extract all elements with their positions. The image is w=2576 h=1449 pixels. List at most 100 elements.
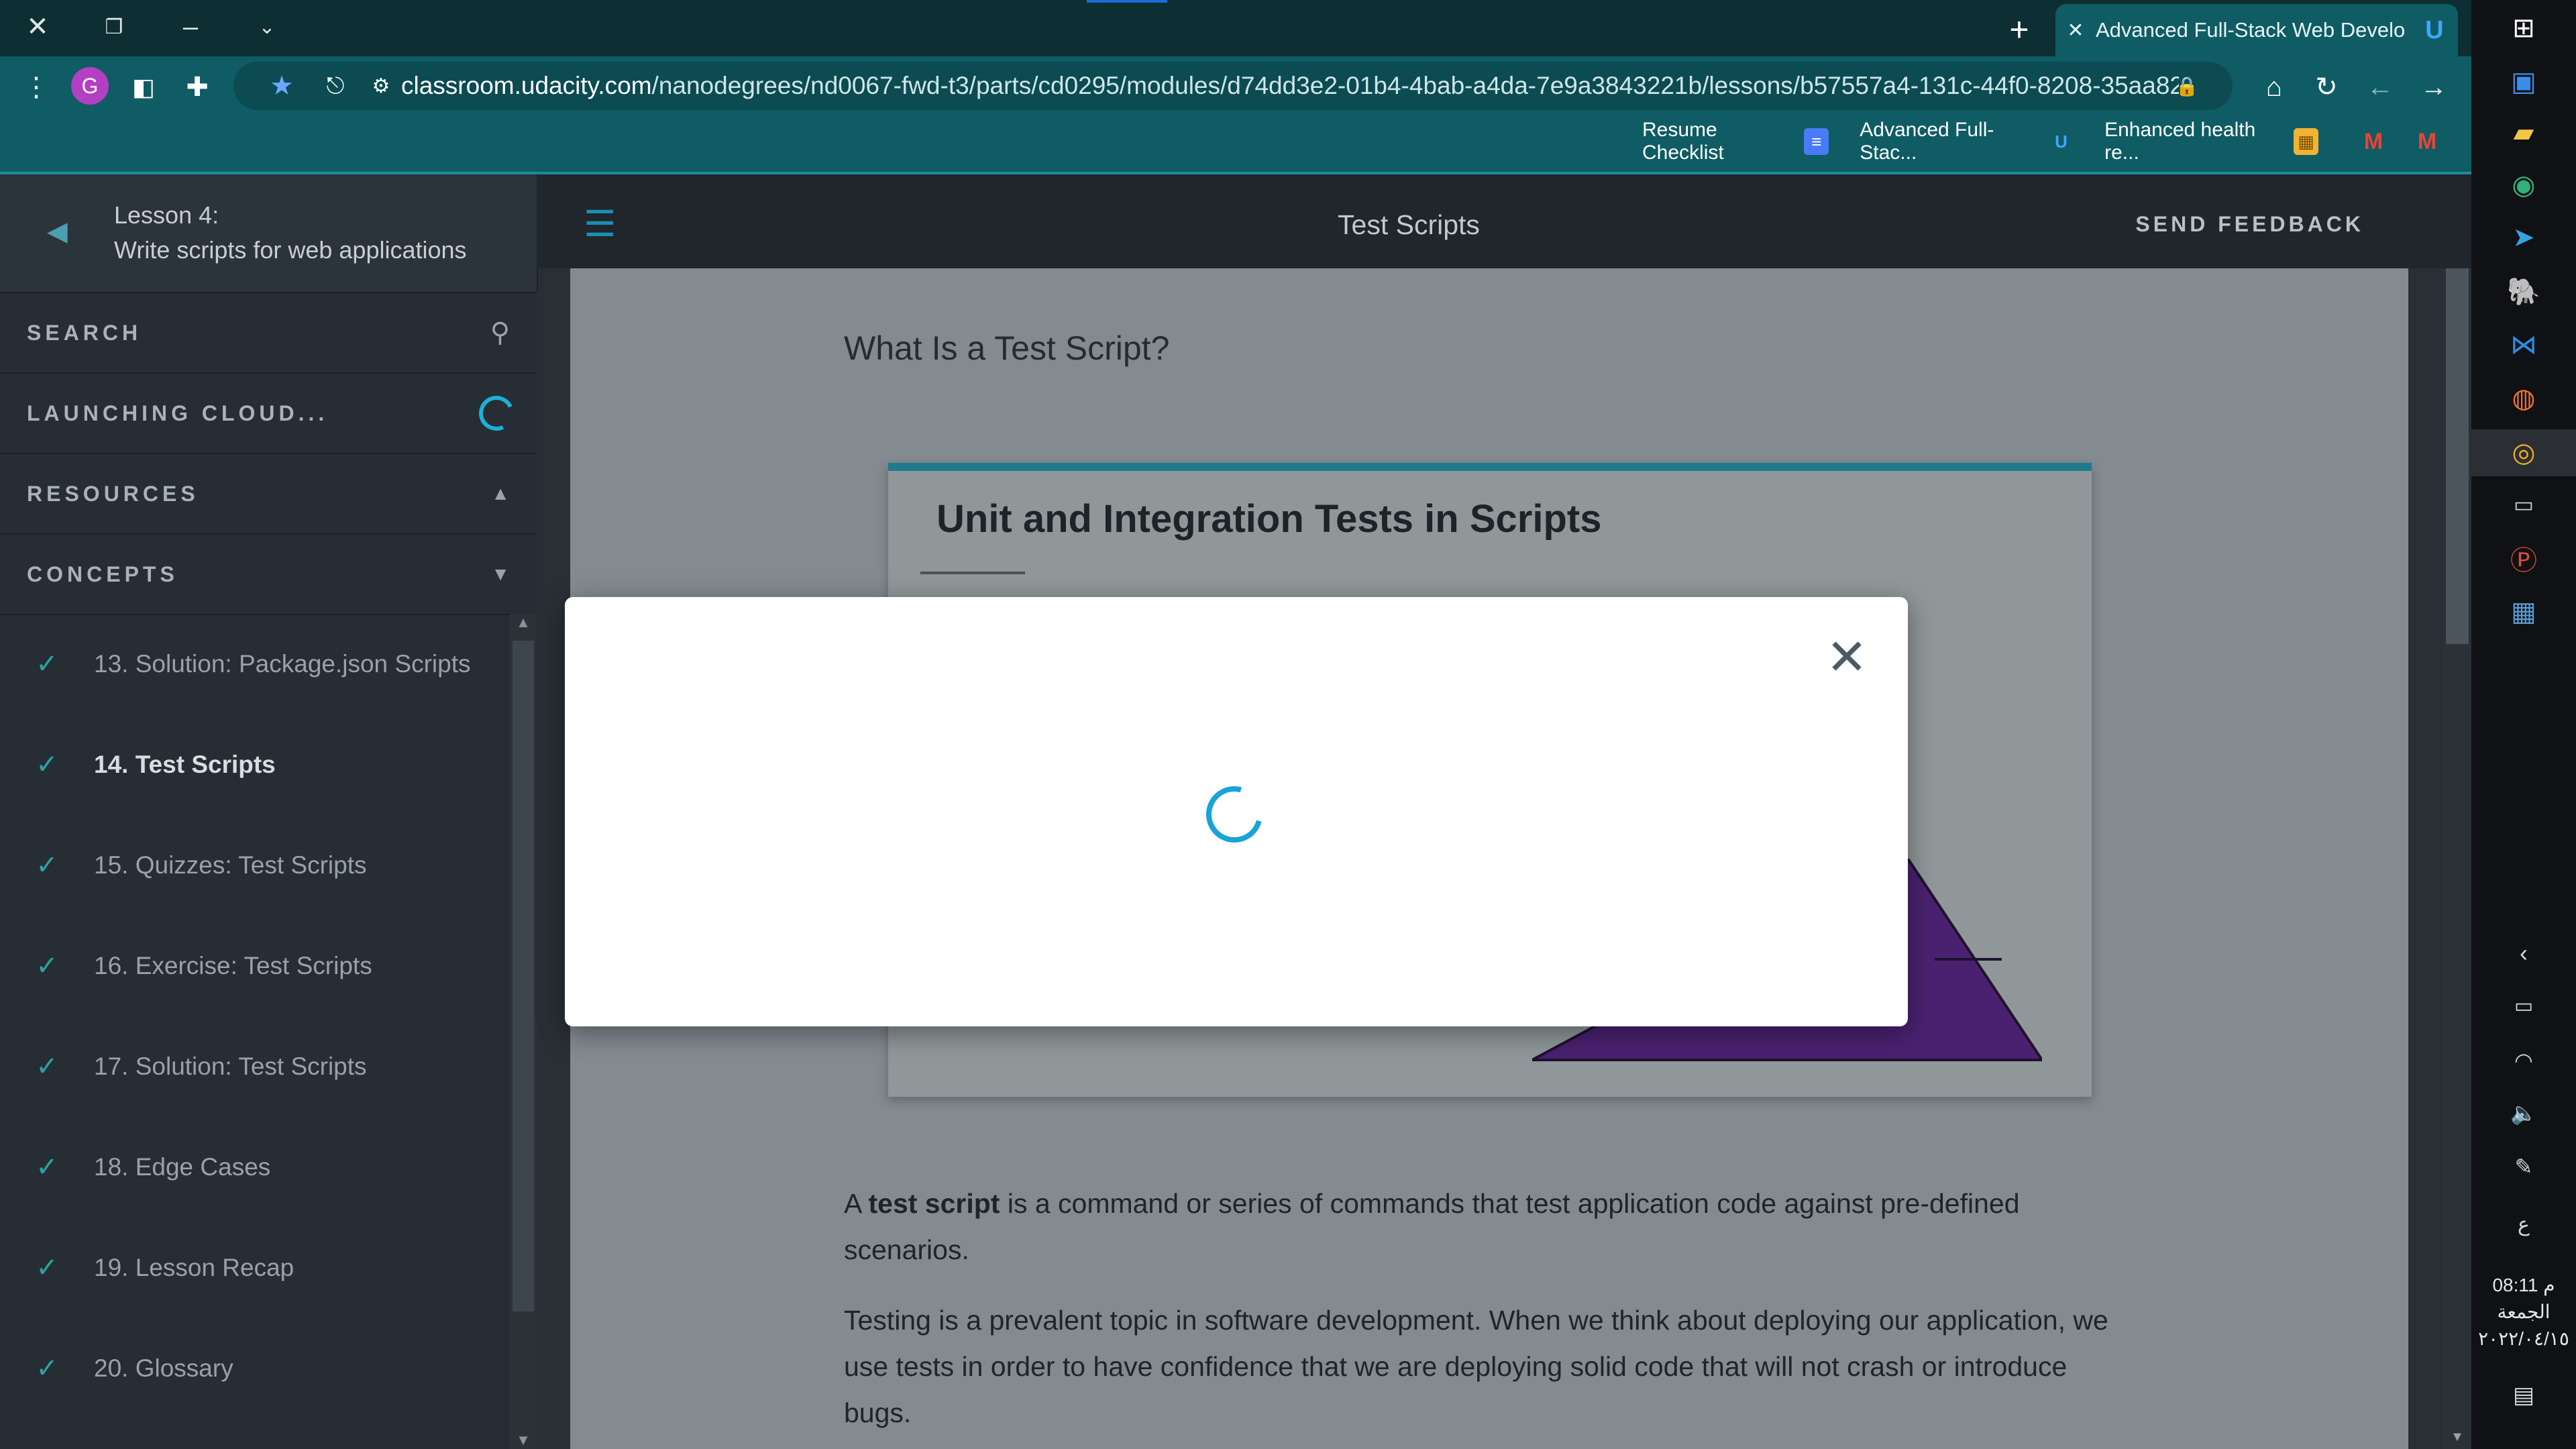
firefox-icon[interactable]: ◍ (2502, 377, 2545, 420)
file-explorer-icon[interactable]: ▰ (2502, 111, 2545, 154)
telegram-icon[interactable]: ➤ (2502, 216, 2545, 259)
vscode-icon[interactable]: ⋈ (2502, 323, 2545, 366)
scroll-down-icon[interactable]: ▼ (2443, 1430, 2471, 1445)
section-heading: What Is a Test Script? (844, 329, 1170, 367)
search-icon[interactable]: ⚲ (490, 317, 510, 348)
lesson-title: Write scripts for web applications (114, 236, 467, 264)
new-tab-icon[interactable]: + (1999, 9, 2039, 50)
sidebar-icon[interactable]: ◧ (122, 66, 165, 109)
minimize-window-icon[interactable]: – (170, 7, 211, 47)
lock-icon: 🔒 (2175, 75, 2199, 97)
caret-up-icon: ▲ (491, 483, 510, 504)
os-taskbar: ⊞ ▣ ▰ ◉ ➤ 🐘 ⋈ ◍ ◎ ▭ Ⓟ ▦ ‹ ▭ ◠ 🔈 ✎ ع 08:1… (2471, 0, 2576, 1449)
concept-item[interactable]: ✓ 15. Quizzes: Test Scripts (0, 815, 510, 916)
content-header: ☰ Test Scripts SEND FEEDBACK (537, 174, 2471, 268)
postgres-icon[interactable]: 🐘 (2502, 270, 2545, 313)
close-tab-icon[interactable]: ✕ (2055, 19, 2096, 42)
close-icon[interactable]: ✕ (1826, 633, 1868, 682)
concept-item[interactable]: ✓ 18. Edge Cases (0, 1117, 510, 1218)
share-icon[interactable]: ⎋ (314, 64, 357, 107)
scrollbar-thumb[interactable] (513, 641, 534, 1311)
terminal-icon[interactable]: ▭ (2502, 483, 2545, 526)
loading-modal: ✕ (565, 597, 1908, 1026)
back-arrow-icon[interactable]: ◀ (47, 216, 68, 247)
windows-start-icon[interactable]: ⊞ (2502, 7, 2545, 50)
tab-search-icon[interactable]: ⌄ (247, 7, 287, 47)
chevron-left-icon[interactable]: ‹ (2471, 939, 2576, 967)
avatar[interactable]: G (71, 67, 109, 105)
page-title: Test Scripts (1338, 209, 1480, 240)
paragraph-2: Testing is a prevalent topic in software… (844, 1305, 2108, 1428)
tab-active[interactable]: ✕ Advanced Full-Stack Web Develo U (2055, 4, 2458, 56)
restore-window-icon[interactable]: ❐ (94, 7, 134, 47)
gmail-icon: M (2417, 128, 2437, 154)
tab-strip-accent (1087, 0, 1167, 3)
lesson-sidebar: ◀ Lesson 4: Write scripts for web applic… (0, 174, 538, 1449)
bookmark-star-icon[interactable]: ★ (260, 64, 303, 107)
concept-list: ✓ 13. Solution: Package.json Scripts ✓ 14.… (0, 614, 510, 1449)
concept-item-active[interactable]: ✓ 14. Test Scripts (0, 714, 510, 815)
reload-icon[interactable]: ↻ (2305, 66, 2348, 109)
concepts-label: CONCEPTS (27, 561, 178, 586)
tab-strip: ✕ ❐ – ⌄ + ✕ Advanced Full-Stack Web Deve… (0, 0, 2471, 56)
wifi-icon[interactable]: ◠ (2471, 1048, 2576, 1073)
sidebar-scrollbar[interactable]: ▲ ▼ (510, 614, 537, 1449)
site-info-icon[interactable]: ⚙ (360, 64, 402, 107)
close-window-icon[interactable]: ✕ (17, 7, 58, 47)
pen-icon[interactable]: ✎ (2471, 1154, 2576, 1179)
concepts-row[interactable]: CONCEPTS ▼ (0, 533, 537, 615)
edge-icon[interactable]: ◉ (2502, 164, 2545, 207)
package-icon: ▦ (2293, 128, 2319, 155)
notifications-icon[interactable]: ▤ (2471, 1382, 2576, 1409)
calculator-icon[interactable]: ▦ (2502, 590, 2545, 633)
browser-window: ✕ ❐ – ⌄ + ✕ Advanced Full-Stack Web Deve… (0, 0, 2471, 1449)
launching-cloud-row[interactable]: LAUNCHING CLOUD... (0, 372, 537, 453)
check-icon: ✓ (36, 750, 58, 780)
bookmark-enhanced-health[interactable]: Enhanced health re... ▦ (2104, 119, 2319, 164)
concept-item[interactable]: ✓ 20. Glossary (0, 1318, 510, 1419)
scrollbar-thumb[interactable] (2446, 268, 2469, 644)
address-bar[interactable]: ★ ⎋ ⚙ classroom.udacity.com/nanodegrees/… (233, 62, 2233, 110)
udacity-icon: U (2055, 131, 2068, 152)
illustration-title: Unit and Integration Tests in Scripts (936, 497, 1602, 541)
language-indicator[interactable]: ع (2471, 1213, 2576, 1236)
check-icon: ✓ (36, 1354, 58, 1383)
scroll-down-icon[interactable]: ▼ (510, 1432, 537, 1449)
kebab-menu-icon[interactable]: ⋮ (15, 66, 58, 109)
extensions-icon[interactable]: ✚ (176, 66, 219, 109)
chrome-icon[interactable]: ◎ (2471, 429, 2576, 476)
powerpoint-icon[interactable]: Ⓟ (2502, 537, 2545, 580)
resources-row[interactable]: RESOURCES ▲ (0, 453, 537, 533)
check-icon: ✓ (36, 951, 58, 981)
lesson-header[interactable]: ◀ Lesson 4: Write scripts for web applic… (0, 174, 538, 292)
home-icon[interactable]: ⌂ (2253, 66, 2296, 109)
bookmark-resume-checklist[interactable]: Resume Checklist ≡ (1642, 119, 1829, 164)
loading-spinner-icon (474, 390, 519, 436)
illustration-accent-bar (888, 463, 2092, 471)
caret-down-icon: ▼ (491, 564, 510, 584)
url-text[interactable]: classroom.udacity.com/nanodegrees/nd0067… (233, 72, 2179, 100)
docs-icon: ≡ (1804, 128, 1829, 155)
send-feedback-button[interactable]: SEND FEEDBACK (2135, 212, 2364, 237)
resources-label: RESOURCES (27, 481, 199, 506)
scroll-up-icon[interactable]: ▲ (510, 614, 537, 631)
concept-item[interactable]: ✓ 16. Exercise: Test Scripts (0, 916, 510, 1016)
udacity-icon: U (2425, 15, 2444, 44)
bookmark-gmail-2[interactable]: M (2403, 128, 2440, 155)
volume-icon[interactable]: 🔈 (2471, 1100, 2576, 1126)
back-icon[interactable]: ← (2359, 66, 2402, 109)
search-row[interactable]: SEARCH ⚲ (0, 292, 537, 372)
bookmark-advanced-full-stack[interactable]: Advanced Full-Stac... U (1860, 119, 2074, 164)
concept-item[interactable]: ✓ 13. Solution: Package.json Scripts (0, 614, 510, 714)
check-icon: ✓ (36, 1253, 58, 1283)
concept-item[interactable]: ✓ 17. Solution: Test Scripts (0, 1016, 510, 1117)
bookmark-gmail-1[interactable]: M (2349, 128, 2387, 155)
forward-icon[interactable]: → (2412, 66, 2455, 109)
concept-item[interactable]: ✓ 19. Lesson Recap (0, 1218, 510, 1318)
battery-icon[interactable]: ▭ (2471, 994, 2576, 1018)
content-scrollbar[interactable]: ▼ (2443, 268, 2471, 1449)
system-clock[interactable]: 08:11 م الجمعة ٢٠٢٢/٠٤/١٥ (2471, 1272, 2576, 1352)
store-icon[interactable]: ▣ (2502, 60, 2545, 103)
check-icon: ✓ (36, 1052, 58, 1081)
loading-spinner-icon (1195, 775, 1273, 853)
